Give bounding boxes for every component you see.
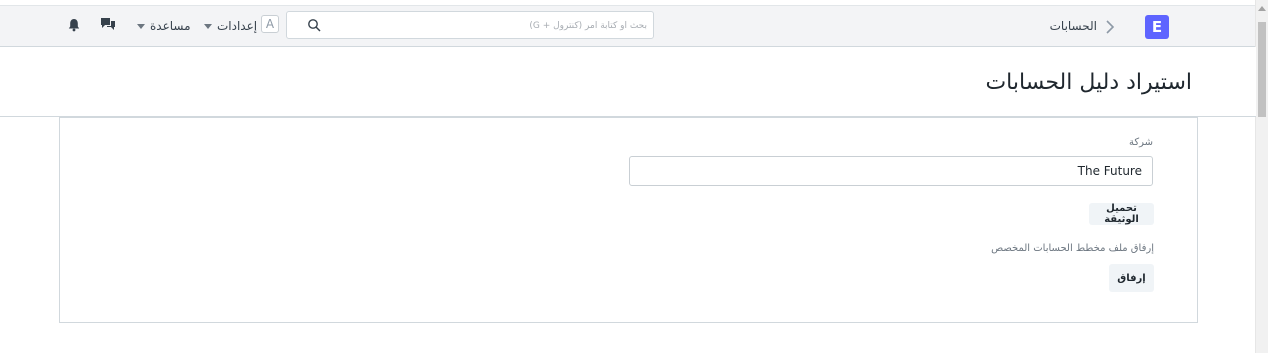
company-field[interactable] — [629, 156, 1153, 186]
scrollbar-thumb[interactable] — [1258, 22, 1266, 117]
help-menu[interactable]: مساعدة — [137, 19, 191, 33]
settings-menu[interactable]: إعدادات — [204, 19, 257, 33]
chat-icon[interactable] — [100, 17, 116, 31]
app-logo[interactable]: E — [1145, 15, 1169, 39]
bell-icon[interactable] — [67, 18, 81, 32]
awesome-bar — [286, 11, 654, 39]
scroll-up-arrow-icon[interactable] — [1258, 6, 1266, 11]
company-label: شركة — [1128, 137, 1153, 148]
settings-label: إعدادات — [217, 19, 258, 33]
chevron-right-icon — [1106, 20, 1115, 34]
page-scrollbar[interactable] — [1255, 0, 1268, 353]
user-avatar[interactable]: A — [261, 15, 279, 33]
page-title: استيراد دليل الحسابات — [985, 70, 1192, 95]
help-label: مساعدة — [150, 19, 191, 33]
search-icon — [308, 19, 321, 32]
search-input[interactable] — [323, 14, 649, 38]
caret-down-icon — [204, 24, 212, 29]
attach-chart-label: إرفاق ملف مخطط الحسابات المخصص — [991, 243, 1154, 254]
caret-down-icon — [137, 24, 145, 29]
download-template-button[interactable]: تحميل الوثيقة — [1089, 203, 1154, 225]
import-form — [59, 117, 1198, 323]
breadcrumb-accounts[interactable]: الحسابات — [1050, 19, 1097, 33]
attach-button[interactable]: إرفاق — [1109, 264, 1154, 292]
